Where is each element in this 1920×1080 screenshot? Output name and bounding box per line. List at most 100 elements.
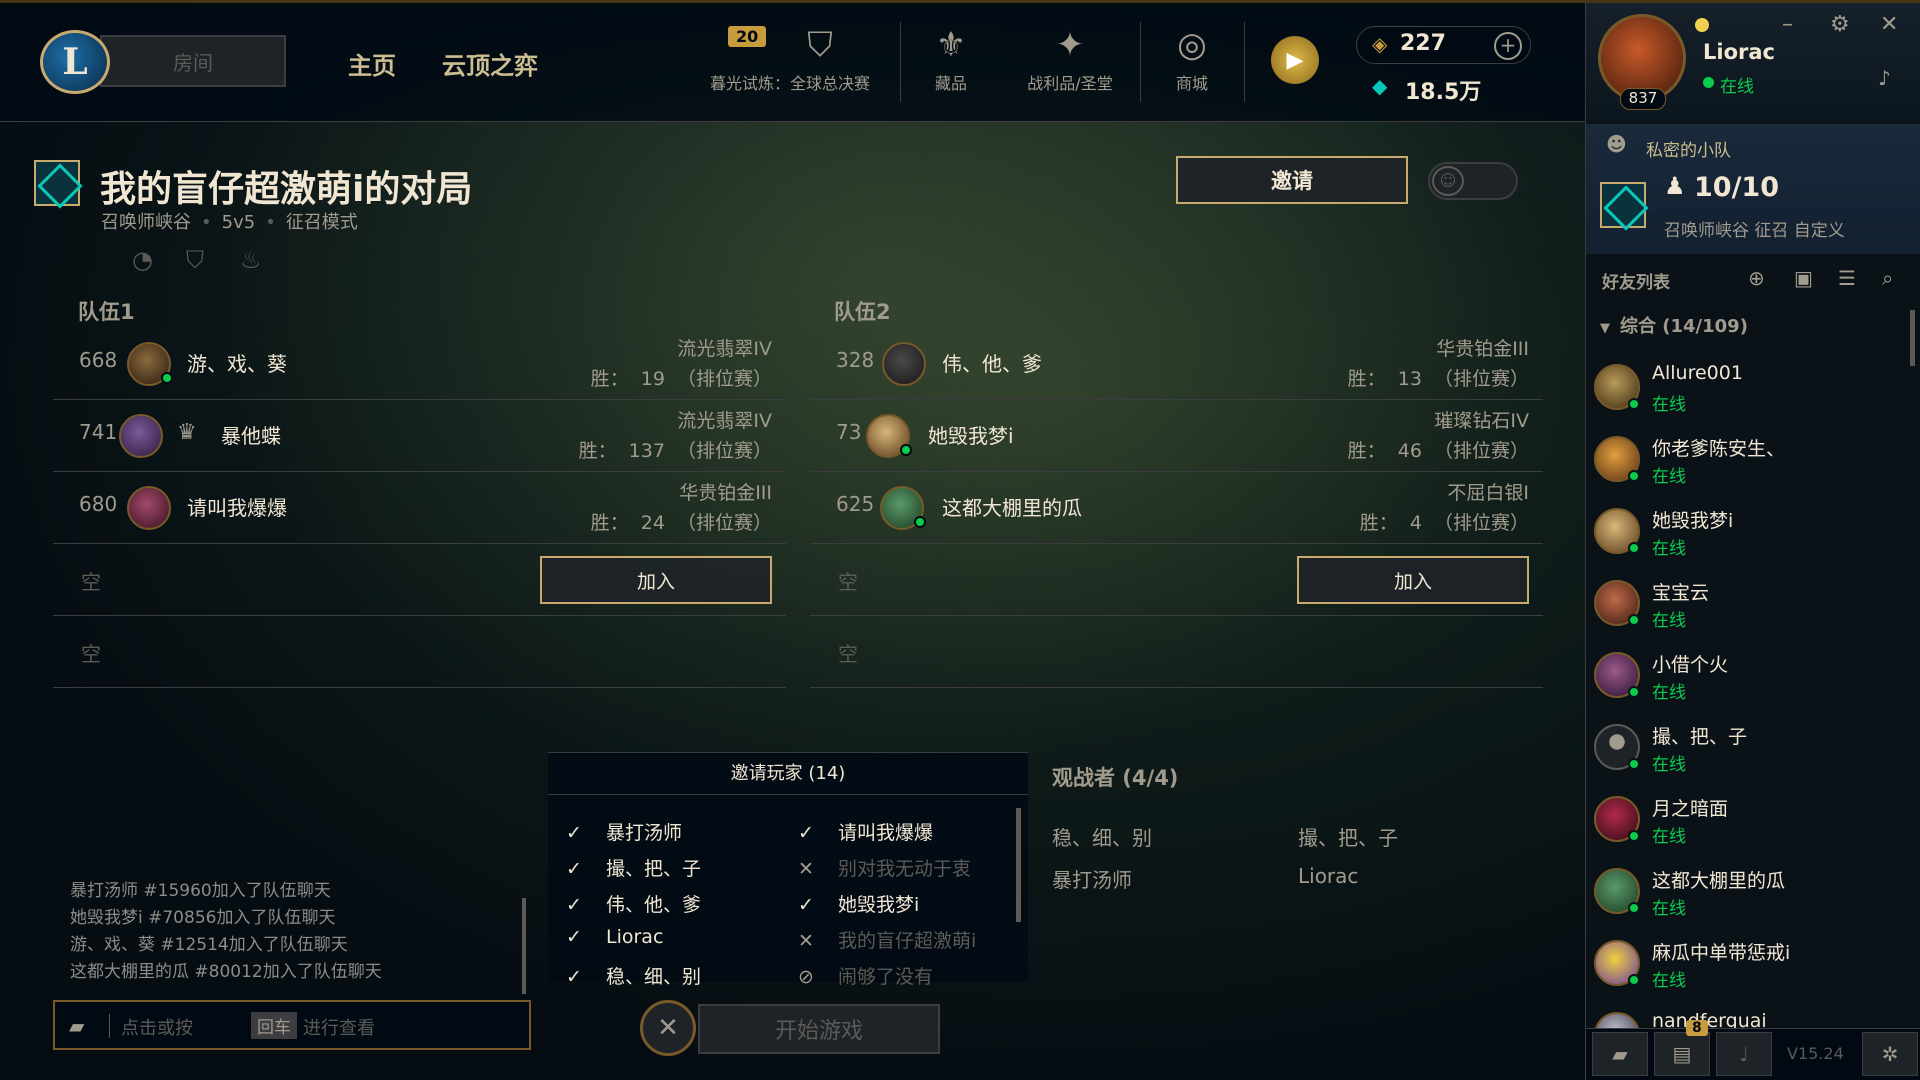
report-bug-button[interactable]: ✲ [1862, 1032, 1918, 1076]
team2-player-row[interactable]: 625 这都大棚里的瓜 不屈白银I 胜： 4 （排位赛） [810, 472, 1543, 544]
bell-icon[interactable]: ♪ [1878, 66, 1891, 90]
team1-player-row[interactable]: 680 请叫我爆爆 华贵铂金III 胜： 24 （排位赛） [53, 472, 786, 544]
nav-store[interactable]: ◎ 商城 [1132, 20, 1252, 100]
player-name: 游、戏、葵 [187, 352, 287, 376]
friend-item[interactable]: 宝宝云 在线 [1594, 574, 1914, 646]
friend-name: Allure001 [1652, 362, 1743, 384]
friend-item[interactable]: nandferguai [1594, 1006, 1914, 1028]
chat-scrollbar[interactable] [522, 898, 526, 994]
friend-item[interactable]: 你老爹陈安生、 在线 [1594, 430, 1914, 502]
online-status-icon [1628, 470, 1640, 482]
friend-name: 小借个火 [1652, 654, 1729, 676]
player-rank: 华贵铂金III [679, 482, 772, 504]
friend-item[interactable]: 撮、把、子 在线 [1594, 718, 1914, 790]
spectators-title: 观战者 (4/4) [1052, 766, 1179, 790]
chat-input[interactable]: ▰ 点击或按 回车 进行查看 [53, 1000, 531, 1050]
friend-item[interactable]: 月之暗面 在线 [1594, 790, 1914, 862]
friend-item[interactable]: 麻瓜中单带惩戒i 在线 [1594, 934, 1914, 1006]
friend-group-header[interactable]: ▼ 综合 (14/109) [1600, 312, 1748, 338]
lobby-map: 召唤师峡谷 [101, 212, 191, 233]
invited-player: ✓ 伟、他、爹 [560, 890, 701, 917]
collection-icon: ⚜ [935, 25, 967, 65]
chevron-down-icon: ▼ [1600, 321, 1610, 336]
team1-label: 队伍1 [78, 300, 135, 324]
nav-collection[interactable]: ⚜ 藏品 [891, 20, 1011, 100]
team2-player-row[interactable]: 328 伟、他、爹 华贵铂金III 胜： 13 （排位赛） [810, 328, 1543, 400]
gear-icon[interactable]: ⚙ [1830, 12, 1850, 37]
add-friend-icon[interactable]: ⊕ [1748, 266, 1765, 290]
player-level: 73 [836, 420, 862, 444]
team1-empty-slot: 空 [53, 616, 786, 688]
invited-player-name: 闹够了没有 [838, 966, 934, 988]
team1-player-row[interactable]: 668 游、戏、葵 流光翡翠IV 胜： 19 （排位赛） [53, 328, 786, 400]
event-label: 暮光试炼：全球总决赛 [709, 74, 870, 93]
buy-rp-button[interactable]: + [1494, 32, 1522, 60]
player-name: 她毁我梦i [928, 424, 1014, 448]
friend-name: 宝宝云 [1652, 582, 1710, 604]
online-status-icon [161, 372, 173, 384]
start-game-button[interactable]: 开始游戏 [698, 1004, 940, 1054]
player-rank: 流光翡翠IV [677, 338, 772, 360]
event-emblem-icon: ⛉ [807, 25, 833, 65]
open-party-toggle[interactable]: ☺ [1428, 162, 1518, 200]
friend-status: 在线 [1652, 971, 1686, 991]
chat-log: 暴打汤师 #15960加入了队伍聊天 她毁我梦i #70856加入了队伍聊天 游… [70, 878, 382, 986]
online-status-icon [1628, 830, 1640, 842]
team2-player-row[interactable]: 73 她毁我梦i 璀璨钻石IV 胜： 46 （排位赛） [810, 400, 1543, 472]
friend-status: 在线 [1652, 467, 1686, 487]
microphone-icon: ♩ [1739, 1042, 1749, 1066]
friend-name: nandferguai [1652, 1010, 1767, 1028]
friend-item[interactable]: 小借个火 在线 [1594, 646, 1914, 718]
lobby-title: 我的盲仔超激萌i的对局 [100, 169, 473, 210]
invited-player-name: 伟、他、爹 [606, 894, 702, 916]
player-level: 328 [836, 348, 875, 372]
nav-tft[interactable]: 云顶之弈 [442, 46, 538, 81]
friend-item[interactable]: 这都大棚里的瓜 在线 [1594, 862, 1914, 934]
minimize-icon[interactable]: – [1782, 12, 1793, 37]
nav-loot[interactable]: ✦ 战利品/圣堂 [1010, 20, 1130, 100]
team2-empty-slot: 空 加入 [810, 544, 1543, 616]
loot-icon: ✦ [1055, 25, 1085, 65]
party-map-icon [1600, 182, 1646, 228]
accepted-check-icon: ✓ [798, 894, 814, 916]
invited-player-name: Liorac [606, 926, 664, 948]
missions-button[interactable]: ▤ [1654, 1032, 1710, 1076]
chat-placeholder: 点击或按 [121, 1018, 193, 1039]
event-pass-button[interactable]: ⛉ 暮光试炼：全球总决赛 [695, 20, 885, 100]
player-wins: 胜： 13 （排位赛） [1347, 368, 1529, 390]
player-level: 741 [79, 420, 118, 444]
player-wins: 胜： 4 （排位赛） [1359, 512, 1529, 534]
search-icon[interactable]: ⌕ [1882, 266, 1893, 290]
friend-item[interactable]: Allure001 在线 [1594, 358, 1914, 430]
my-name[interactable]: Liorac [1703, 40, 1775, 64]
close-lobby-button[interactable]: ✕ [640, 1000, 696, 1056]
online-status-icon [914, 516, 926, 528]
friend-name: 麻瓜中单带惩戒i [1652, 942, 1791, 964]
accepted-check-icon: ✓ [566, 966, 582, 988]
room-button[interactable]: 房间 [100, 35, 286, 87]
team2-join-button[interactable]: 加入 [1297, 556, 1529, 604]
team1-player-row[interactable]: 741 ♛ 暴他蝶 流光翡翠IV 胜： 137 （排位赛） [53, 400, 786, 472]
person-icon: ♟ [1664, 172, 1686, 200]
play-pass-icon[interactable]: ▶ [1271, 36, 1319, 84]
invited-player-name: 请叫我爆爆 [838, 822, 934, 844]
player-level: 668 [79, 348, 118, 372]
invite-button[interactable]: 邀请 [1176, 156, 1408, 204]
empty-slot-label: 空 [838, 642, 858, 666]
voice-button[interactable]: ♩ [1716, 1032, 1772, 1076]
add-folder-icon[interactable]: ▣ [1794, 266, 1813, 290]
league-logo-button[interactable]: L [40, 30, 110, 94]
player-avatar [882, 342, 926, 386]
friend-group-label: 综合 (14/109) [1620, 316, 1748, 337]
friend-item[interactable]: 她毁我梦i 在线 [1594, 502, 1914, 574]
close-window-icon[interactable]: ✕ [1880, 12, 1898, 37]
chat-toggle-button[interactable]: ▰ [1592, 1032, 1648, 1076]
nav-home[interactable]: 主页 [348, 46, 396, 81]
my-status[interactable]: 在线 [1720, 72, 1754, 97]
invited-scrollbar[interactable] [1016, 808, 1021, 922]
team1-join-button[interactable]: 加入 [540, 556, 772, 604]
blue-essence-icon: ◆ [1372, 74, 1388, 98]
invited-player: ✕ 别对我无动于衷 [792, 854, 971, 881]
list-view-icon[interactable]: ☰ [1838, 266, 1856, 290]
version-label: V15.24 [1787, 1044, 1844, 1063]
